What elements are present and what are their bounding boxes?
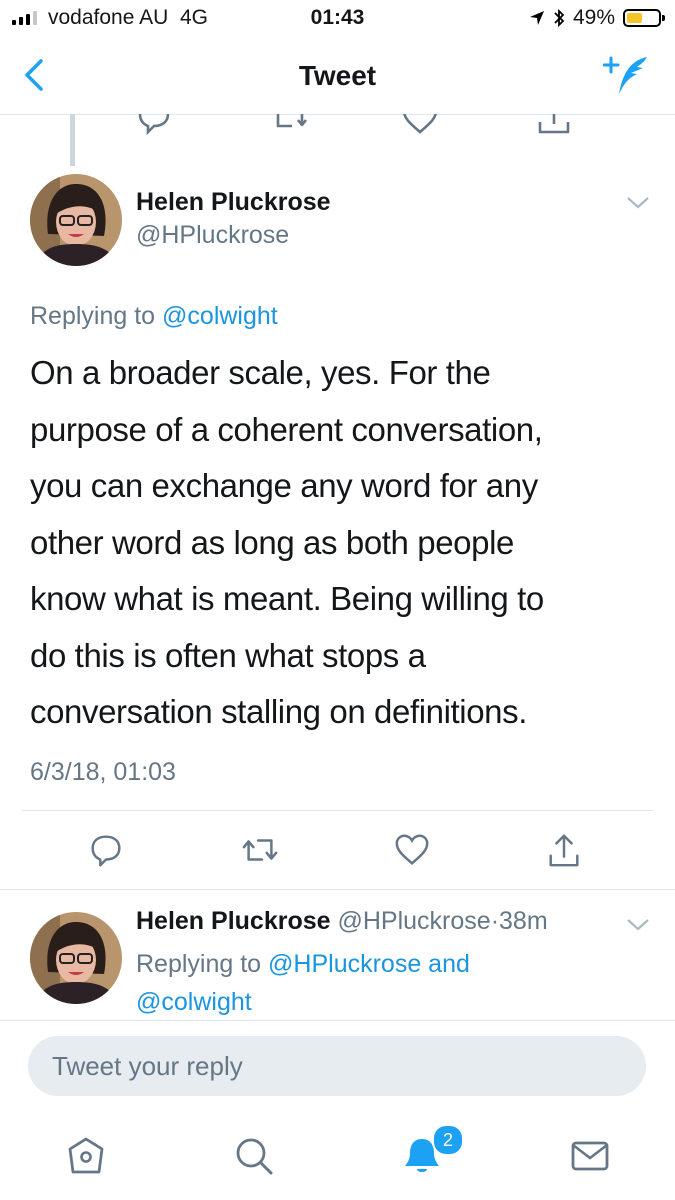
- chevron-down-icon[interactable]: [626, 196, 650, 210]
- replying-to-line: Replying to @colwight: [30, 302, 278, 331]
- tab-messages[interactable]: [566, 1132, 614, 1180]
- reply-replying-to: Replying to @HPluckrose and @colwight: [136, 945, 556, 1021]
- profile-photo: [30, 912, 122, 1004]
- tweet-text-line: know what is meant. Being willing to: [30, 580, 544, 617]
- navigation-header: Tweet: [0, 38, 675, 115]
- tweet-text-line: On a broader scale, yes. For the: [30, 354, 491, 391]
- tweet-text-line: other word as long as both people: [30, 523, 514, 561]
- location-arrow-icon: [529, 11, 544, 25]
- replying-to-label: Replying to: [136, 950, 262, 978]
- page-title: Tweet: [298, 60, 377, 91]
- tweet-timestamp: 6/3/18, 01:03: [30, 758, 176, 786]
- tweet-author-handle[interactable]: @HPluckrose: [136, 221, 289, 250]
- reply-input[interactable]: Tweet your reply: [28, 1036, 646, 1096]
- share-button[interactable]: [544, 830, 584, 870]
- divider: [22, 810, 653, 811]
- tab-home[interactable]: [62, 1132, 110, 1180]
- status-bar: vodafone AU 4G 01:43 49%: [0, 0, 675, 38]
- replying-to-link[interactable]: @colwight: [162, 302, 278, 330]
- retweet-icon: [242, 839, 278, 861]
- bluetooth-icon: [554, 8, 565, 28]
- reply-icon: [91, 835, 121, 867]
- tweet-text: On a broader scale, yes. For the purpose…: [30, 345, 655, 741]
- status-right-group: 49%: [529, 6, 665, 30]
- retweet-button[interactable]: [240, 830, 280, 870]
- notification-badge: 2: [432, 1124, 464, 1156]
- reply-button[interactable]: [86, 830, 126, 870]
- share-icon[interactable]: [534, 114, 574, 136]
- search-icon: [236, 1138, 273, 1175]
- separator-dot: ·: [490, 907, 500, 935]
- tab-bar: [0, 1110, 675, 1200]
- battery-percent: 49%: [572, 6, 615, 29]
- replying-to-label: Replying to: [30, 302, 156, 330]
- reply-author-name[interactable]: Helen Pluckrose: [136, 907, 331, 935]
- like-button[interactable]: [392, 830, 432, 870]
- home-icon: [68, 1137, 104, 1174]
- chevron-down-icon[interactable]: [626, 918, 650, 932]
- battery-icon: [623, 9, 665, 27]
- tweet-text-line: purpose of a coherent conversation,: [30, 410, 543, 448]
- profile-photo: [30, 174, 122, 266]
- reply-avatar[interactable]: [30, 912, 122, 1004]
- messages-icon: [571, 1141, 609, 1171]
- reply-author-handle[interactable]: @HPluckrose: [337, 907, 490, 935]
- like-icon: [395, 834, 429, 865]
- reply-icon[interactable]: [134, 114, 174, 136]
- like-icon[interactable]: [400, 114, 440, 136]
- battery-fill: [627, 13, 642, 23]
- tweet-author-name[interactable]: Helen Pluckrose: [136, 188, 331, 217]
- replying-to-link[interactable]: @HPluckrose and: [268, 950, 470, 978]
- compose-tweet-button[interactable]: [602, 54, 649, 101]
- avatar[interactable]: [30, 174, 122, 266]
- retweet-icon[interactable]: [270, 114, 310, 136]
- share-icon: [549, 834, 579, 867]
- tweet-text-line: do this is often what stops a: [30, 636, 426, 674]
- tweet-text-line: you can exchange any word for any: [30, 467, 538, 504]
- previous-tweet-actions: [0, 114, 675, 136]
- compose-tweet-icon: [602, 56, 647, 94]
- reply-time: 38m: [499, 907, 548, 935]
- replying-to-link[interactable]: @colwight: [136, 988, 252, 1016]
- tweet-text-line: conversation stalling on definitions.: [30, 693, 528, 730]
- divider: [0, 889, 675, 890]
- tab-search[interactable]: [230, 1132, 278, 1180]
- reply-header: Helen Pluckrose @HPluckrose·38m: [136, 907, 548, 936]
